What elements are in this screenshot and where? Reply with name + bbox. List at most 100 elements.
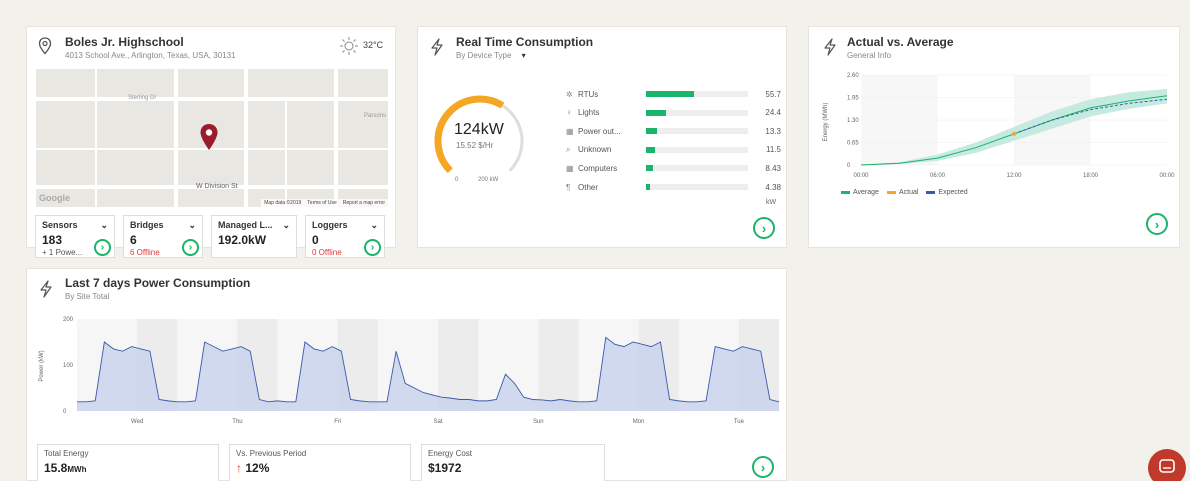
map-street-label: Parsons (364, 113, 387, 119)
map-terms-link[interactable]: Terms of Use (307, 200, 336, 206)
chevron-down-icon[interactable]: ⌄ (188, 220, 196, 231)
x-tick-label: 12:00 (1006, 173, 1022, 179)
weekly-power-chart: 0 100 200 Power (kW) Wed Thu Fri Sat Sun Mon Tue (39, 317, 780, 425)
gauge-min: 0 (455, 177, 459, 183)
unit-label: kW (766, 199, 777, 206)
chevron-right-icon: › (760, 459, 766, 475)
legend-label: Actual (898, 189, 919, 196)
device-type-dropdown[interactable]: By Device Type ▾ (456, 51, 593, 60)
device-label: Lights (578, 108, 600, 118)
temperature: 32°C (363, 40, 384, 50)
chevron-right-icon: › (1154, 216, 1160, 232)
loggers-stat[interactable]: Loggers ⌄ 0 0 Offline › (305, 215, 385, 258)
device-icon: ⌕ (566, 144, 571, 154)
total-value: $1972 (428, 461, 462, 475)
chat-button[interactable] (1148, 449, 1186, 481)
sensors-stat[interactable]: Sensors ⌄ 183 + 1 Powe... › (35, 215, 115, 258)
total-label: Energy Cost (428, 449, 473, 458)
y-tick-label: 100 (63, 363, 74, 369)
legend-swatch (926, 190, 936, 194)
weekly-card: Last 7 days Power Consumption By Site To… (26, 268, 787, 481)
x-tick-label: Tue (734, 419, 745, 425)
x-tick-label: Thu (232, 419, 242, 425)
dropdown-label: By Device Type (456, 51, 512, 60)
chevron-right-icon: › (761, 220, 767, 236)
device-bar (646, 184, 748, 190)
caret-down-icon: ▾ (521, 51, 526, 60)
avg-go-button[interactable]: › (1146, 213, 1168, 235)
x-tick-label: Sun (533, 419, 544, 425)
night-band (538, 319, 579, 411)
total-energy-box: Total Energy 15.8MWh (37, 444, 219, 481)
x-tick-label: Mon (633, 419, 645, 425)
device-label: Unknown (578, 145, 612, 155)
lightning-icon (824, 38, 836, 56)
weekly-go-button[interactable]: › (752, 456, 774, 478)
y-tick-label: 1.95 (847, 96, 859, 102)
site-card: Boles Jr. Highschool 4013 School Ave., A… (26, 26, 396, 258)
map-marker-icon[interactable] (199, 123, 219, 151)
device-row: ▦ Computers 8.43 (566, 161, 781, 175)
managed-load-stat[interactable]: Managed L... ⌄ 192.0kW (211, 215, 297, 258)
device-icon: ♀ (566, 108, 572, 118)
site-name: Boles Jr. Highschool (65, 35, 184, 49)
x-tick-label: 00:00 (853, 173, 869, 179)
x-tick-label: Fri (334, 419, 341, 425)
device-icon: ¶ (566, 182, 571, 192)
total-label: Vs. Previous Period (236, 449, 307, 458)
avg-title: Actual vs. Average (847, 35, 954, 49)
vs-previous-box: Vs. Previous Period ↑ 12% (229, 444, 411, 481)
map-street-label: W Division St (196, 183, 238, 190)
x-tick-label: 18:00 (1083, 173, 1099, 179)
device-row: ✲ RTUs 55.7 (566, 87, 781, 101)
x-tick-label: 06:00 (930, 173, 946, 179)
gauge-rate: 15.52 $/Hr (456, 141, 494, 150)
device-row: ♀ Lights 24.4 (566, 106, 781, 120)
stat-title: Loggers (312, 220, 348, 230)
device-bar-fill (646, 165, 654, 172)
chevron-down-icon[interactable]: ⌄ (282, 220, 290, 231)
lightning-icon (431, 38, 443, 56)
device-label: RTUs (578, 89, 599, 99)
sun-icon (340, 37, 358, 55)
stat-title: Managed L... (218, 220, 273, 230)
site-map[interactable]: Sterling Dr W Division St Parsons Google… (36, 69, 388, 207)
weekly-title: Last 7 days Power Consumption (65, 276, 251, 290)
map-street-label: Sterling Dr (128, 95, 157, 101)
location-pin-icon (38, 37, 52, 55)
legend-swatch (841, 190, 850, 194)
y-axis-label: Power (kW) (39, 350, 45, 381)
arrow-up-icon: ↑ (236, 461, 242, 475)
total-value: 12% (245, 461, 270, 475)
device-bar-fill (646, 109, 667, 116)
map-report-link[interactable]: Report a map error (343, 200, 385, 206)
device-value: 8.43 (765, 163, 781, 173)
chevron-down-icon[interactable]: ⌄ (370, 220, 378, 231)
realtime-go-button[interactable]: › (753, 217, 775, 239)
device-bar-fill (646, 184, 651, 190)
stat-value: 192.0kW (218, 233, 267, 247)
realtime-card: Real Time Consumption By Device Type ▾ 1… (417, 26, 787, 248)
y-tick-label: 0.65 (847, 141, 859, 147)
map-data-attribution: Map data ©2019 (264, 200, 302, 206)
energy-cost-box: Energy Cost $1972 (421, 444, 605, 481)
legend-item: Average (841, 189, 879, 196)
y-tick-label: 0 (63, 409, 67, 415)
stat-title: Bridges (130, 220, 164, 230)
sensors-go-button[interactable]: › (94, 239, 111, 256)
loggers-go-button[interactable]: › (364, 239, 381, 256)
legend-label: Expected (938, 189, 968, 196)
bridges-go-button[interactable]: › (182, 239, 199, 256)
chevron-down-icon[interactable]: ⌄ (100, 220, 108, 231)
avg-subtitle: General Info (847, 51, 892, 60)
device-value: 55.7 (765, 89, 781, 99)
device-icon: ▦ (566, 126, 574, 136)
device-value: 4.38 (765, 182, 781, 192)
y-tick-label: 1.30 (847, 118, 859, 124)
lightning-icon (40, 280, 52, 298)
bridges-stat[interactable]: Bridges ⌄ 6 6 Offline › (123, 215, 203, 258)
chevron-right-icon: › (370, 242, 375, 253)
chevron-right-icon: › (100, 242, 105, 253)
y-tick-label: 2.60 (847, 73, 859, 79)
gauge-max: 200 kW (478, 177, 499, 183)
